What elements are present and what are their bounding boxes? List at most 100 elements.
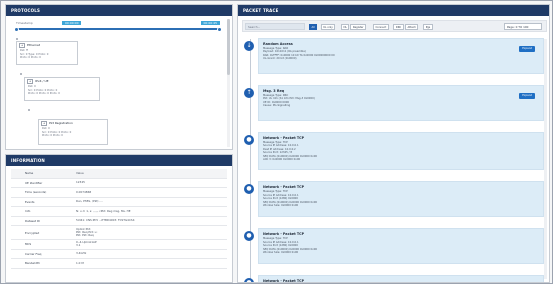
info-row: UE Identifier 12345 (11, 179, 227, 188)
node-title: IPv4 / UE (35, 79, 49, 83)
expand-button[interactable]: + (19, 43, 26, 48)
info-key: Events (25, 199, 35, 204)
packet-detail-line: Window Size: 0x0000 0x00 (263, 251, 299, 255)
user-icon: ● (244, 184, 254, 195)
info-value: 0.0074868 (76, 191, 227, 194)
packet-card[interactable]: ● Network - Packet TCP Message Type: TCP So… (244, 181, 544, 218)
filter-button[interactable]: UL only (320, 23, 336, 30)
expand-button[interactable]: + (41, 121, 48, 126)
tree-node-ipv4[interactable]: + IPv4 / UE Dst: 0 Src: 0 Proto: 0 Proto… (24, 77, 100, 101)
packet-title: Msg. 3 Req (263, 89, 285, 93)
info-row: Dataset ID 5Ul41: CNS:Ph5 ...PTBD4003: FC… (11, 217, 227, 226)
tree-connector (16, 38, 18, 40)
info-row: MCS 0.-4-Uplink1AP 3.1 (11, 240, 227, 250)
information-panel: INFORMATION Name Value UE Identifier 1234… (5, 154, 233, 283)
tree-scrollbar[interactable] (227, 19, 230, 147)
packet-expand-button[interactable]: Expand (519, 46, 535, 52)
expand-button[interactable]: + (27, 79, 34, 84)
filter-button[interactable]: Register (350, 23, 367, 30)
packet-detail-line: Window Size: 0x0000 0x00 (263, 204, 299, 208)
filter-button[interactable]: RRC (393, 23, 404, 30)
tree-node-registration[interactable]: + Pkt Registration Dst: 0 Src: 0 Proto: … (38, 119, 108, 145)
packet-details: Message Type: TCP Source IP Address: 10.0… (263, 190, 483, 207)
info-table: Name Value UE Identifier 12345 Time (secon… (11, 169, 227, 269)
slider-start-tag: 00:00:00 (62, 21, 82, 25)
info-value: Uplink Pkt: Pkt: Req Pkt: u: Pkt. Pkt: R… (76, 228, 227, 238)
packet-title: Network - Packet TCP (263, 136, 305, 140)
tree-node-ethernet[interactable]: + Ethernet Dst: ff Src: 0 Type: 0 Proto:… (16, 41, 78, 65)
info-key: Carrier Freq (25, 251, 42, 256)
search-input[interactable]: Search... (245, 23, 305, 30)
info-value: 5Ul41: CNS:Ph5 ...PTBD4003: FCSTG4CS4 (76, 219, 227, 222)
info-value-line: 1.0 M (76, 261, 84, 265)
slider-track[interactable] (14, 26, 222, 32)
info-row: Encrypted Uplink Pkt: Pkt: Req Pkt: u: Pk… (11, 226, 227, 240)
timeline-line (250, 39, 251, 282)
info-value-line: Run, Pf.BS, (Pkt) .... (76, 200, 103, 204)
info-value: N: u d: 1, s: ,,,,,, cPkt: Reg msg, Ms. … (76, 210, 227, 213)
info-key: UE Identifier (25, 180, 43, 185)
page-select[interactable]: Page: 0 TO 100 (504, 23, 542, 30)
upload-icon: ↑ (244, 88, 254, 98)
packet-title: Network - Packet TCP (263, 279, 305, 283)
info-value: 1.0 M (76, 262, 227, 265)
download-icon: ↓ (244, 41, 254, 51)
packet-details: Message Type: TCP Source IP Address: 10.0… (263, 141, 483, 161)
info-value-line: 0.0074868 (76, 190, 92, 194)
info-value: 12345 (76, 181, 227, 184)
column-header-name: Name (25, 171, 34, 176)
packet-details: Message Type: RRC Pkt: UL Info (S1 Info P… (263, 94, 483, 108)
node-line: Proto: 0 Proto: 0 Proto: 0 (28, 92, 60, 96)
info-value: 0.-4-Uplink1AP 3.1 (76, 241, 227, 247)
info-table-header: Name Value (11, 169, 227, 179)
packet-card[interactable]: ● Network - Packet TCP (244, 275, 544, 283)
info-value-line: Pkt. Pkt: Req (76, 233, 94, 238)
info-key: Info (25, 209, 31, 214)
packet-title: Network - Packet TCP (263, 232, 305, 237)
filter-button[interactable]: All (309, 23, 318, 30)
packet-card[interactable]: ● Network - Packet TCP Message Type: TCP So… (244, 228, 544, 265)
slider-end-handle[interactable] (217, 26, 222, 32)
packet-details: Message Type: RAR Payload: 1011011 (RA pr… (263, 47, 483, 61)
info-value-line: N: u d: 1, s: ,,,,,, cPkt: Reg msg, Ms. … (76, 209, 131, 213)
info-key: Encrypted (25, 230, 40, 235)
packet-detail-line: ACK 3: 0x0000 0x0000 0x00 (263, 158, 301, 162)
packet-detail-line: Cause: Mo-Signalling (263, 104, 291, 108)
slider-label: Timestamp (16, 21, 33, 25)
info-key: Time (seconds) (25, 190, 47, 195)
packet-details: Message Type: TCP Source IP Address: 10.0… (263, 237, 483, 254)
packet-trace-title: PACKET TRACE (238, 5, 549, 16)
packet-card[interactable]: ↑ Msg. 3 Req Message Type: RRC Pkt: UL Info… (244, 85, 544, 121)
info-value-line: 5Ul41: CNS:Ph5 ...PTBD4003: FCSTG4CS4 (76, 219, 135, 223)
tree-connector (28, 109, 30, 111)
protocols-panel-title: PROTOCOLS (6, 5, 232, 16)
info-row: Carrier Freq 3.4GHz (11, 250, 227, 259)
info-value: Run, Pf.BS, (Pkt) .... (76, 200, 227, 203)
information-panel-title: INFORMATION (6, 155, 232, 166)
info-value-line: 12345 (76, 181, 85, 185)
info-row: Events Run, Pf.BS, (Pkt) .... (11, 198, 227, 207)
packet-expand-button[interactable]: Expand (519, 93, 535, 99)
filter-button[interactable]: DL (341, 23, 350, 30)
info-value-line: 3.1 (76, 243, 81, 248)
user-icon: ● (244, 231, 254, 242)
user-icon: ● (244, 278, 254, 282)
packet-title: Random Access (263, 42, 293, 46)
packet-detail-line: UL-Grant: 20 bit (0x0000) (263, 57, 297, 61)
filter-button[interactable]: Pgs (423, 23, 433, 30)
filter-button[interactable]: Connect (373, 23, 389, 30)
info-value: 3.4GHz (76, 252, 227, 255)
info-key: Bandwidth (25, 261, 40, 266)
slider-start-handle[interactable] (14, 26, 19, 32)
column-header-value: Value (76, 171, 84, 176)
filter-button[interactable]: Attach (405, 23, 419, 30)
packet-title: Network - Packet TCP (263, 185, 305, 190)
info-value-line: 3.4GHz (76, 252, 87, 256)
trace-scrollbar[interactable] (544, 39, 547, 279)
packet-card[interactable]: ↓ Random Access Message Type: RAR Payload: … (244, 38, 544, 74)
timestamp-slider[interactable]: Timestamp 00:00:00 00:00:45 (12, 21, 222, 33)
slider-end-tag: 00:00:45 (200, 21, 220, 25)
tree-scroll-thumb[interactable] (227, 19, 230, 75)
packet-card[interactable]: ● Network - Packet TCP Message Type: TCP So… (244, 132, 544, 171)
info-row: Info N: u d: 1, s: ,,,,,, cPkt: Reg msg, … (11, 207, 227, 217)
